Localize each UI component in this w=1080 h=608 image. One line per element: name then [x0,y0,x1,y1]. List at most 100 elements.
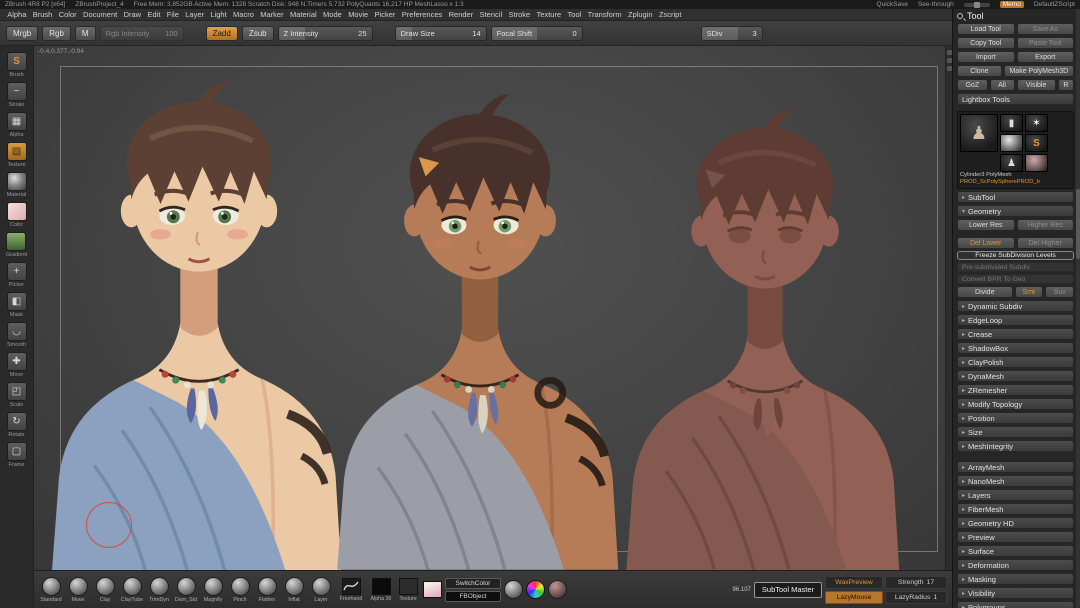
tool-subpalette-header[interactable]: ▸ Geometry HD [957,517,1074,529]
brush-preview-sphere[interactable] [257,576,277,596]
left-shelf-tool[interactable]: + Picker [6,262,27,288]
tool-icon[interactable] [6,172,27,191]
tool-subpalette-header[interactable]: ▸ Preview [957,531,1074,543]
memo-button[interactable]: Memo [999,1,1024,8]
lazy-mouse-toggle[interactable]: LazyMouse [825,590,883,604]
active-color-swatch[interactable] [423,581,442,598]
brush-preview-sphere[interactable] [176,576,196,596]
geometry-subsection-header[interactable]: ▸ ZRemesher [957,384,1074,396]
menu-item[interactable]: Color [56,10,80,19]
alpha-thumbnail[interactable] [371,577,391,595]
higher-res-button[interactable]: Higher Res [1016,219,1074,231]
tool-icon[interactable]: + [6,262,27,281]
menu-item[interactable]: Brush [30,10,56,19]
brush-preset[interactable]: TrimDyn [147,576,171,603]
menu-item[interactable]: Document [80,10,121,19]
menu-item[interactable]: Movie [345,10,371,19]
geometry-subsection-header[interactable]: ▸ EdgeLoop [957,314,1074,326]
texture-selector[interactable]: Texture [396,577,420,602]
stroke-selector[interactable]: Freehand [336,577,366,602]
menu-item[interactable]: Preferences [399,10,446,19]
copy-tool-button[interactable]: Copy Tool [957,37,1015,49]
tool-thumbnail[interactable]: ▮ [1000,114,1023,132]
tool-panel-scrollbar[interactable] [1076,9,1080,608]
tool-subpalette-header[interactable]: ▸ Surface [957,545,1074,557]
tool-thumbnail[interactable]: ♟ [1000,154,1023,172]
brush-preview-sphere[interactable] [122,576,142,596]
tool-thumbnail[interactable] [1025,154,1048,172]
tool-subpalette-header[interactable]: ▸ Layers [957,489,1074,501]
brush-preview-sphere[interactable] [95,576,115,596]
menu-item[interactable]: Tool [564,10,584,19]
tool-thumbnail[interactable]: ✶ [1025,114,1048,132]
tool-icon[interactable]: ◡ [6,322,27,341]
menu-item[interactable]: Texture [533,10,564,19]
brush-preset[interactable]: Flatten [255,576,279,603]
menu-item[interactable]: Layer [182,10,207,19]
left-shelf-tool[interactable]: ◰ Scale [6,382,27,408]
import-button[interactable]: Import [957,51,1015,63]
strength-slider[interactable]: Strength 17 [885,575,947,589]
geometry-subsection-header[interactable]: ▸ Dynamic Subdiv [957,300,1074,312]
color-wheel[interactable] [526,580,545,599]
left-shelf-tool[interactable]: ✚ Move [6,352,27,378]
tool-icon[interactable]: ▢ [6,442,27,461]
menu-item[interactable]: Alpha [4,10,30,19]
subtool-master-button[interactable]: SubTool Master [753,581,822,598]
switch-color-button[interactable]: SwitchColor [445,577,501,589]
left-shelf-tool[interactable]: Gradient [6,232,27,258]
brush-preset[interactable]: ClayTube [120,576,144,603]
tool-icon[interactable]: S [6,52,27,71]
rgb-button[interactable]: Rgb [42,25,71,41]
texture-thumbnail[interactable] [398,577,418,595]
smt-toggle[interactable]: Smt [1014,286,1044,298]
brush-preset[interactable]: Pinch [228,576,252,603]
left-shelf-tool[interactable]: ▦ Alpha [6,112,27,138]
sdiv-slider-top[interactable]: SDiv 3 [700,25,763,41]
brush-preview-sphere[interactable] [41,576,61,596]
left-shelf-tool[interactable]: ↻ Rotate [6,412,27,438]
brush-preview-sphere[interactable] [230,576,250,596]
left-shelf-tool[interactable]: ◧ Mask [6,292,27,318]
draw-size-slider[interactable]: Draw Size 14 [394,25,487,41]
tool-icon[interactable] [6,202,27,221]
left-shelf-tool[interactable]: ◡ Smooth [6,322,27,348]
left-shelf-tool[interactable]: ~ Stroke [6,82,27,108]
tool-subpalette-header[interactable]: ▸ FiberMesh [957,503,1074,515]
matcap-sphere[interactable] [548,580,567,599]
paste-tool-button[interactable]: Paste Tool [1016,37,1074,49]
geometry-subsection-header[interactable]: ▸ Size [957,426,1074,438]
menu-item[interactable]: Stencil [476,10,505,19]
tool-subpalette-header[interactable]: ▸ Visibility [957,587,1074,599]
tool-icon[interactable]: ◧ [6,292,27,311]
geometry-subsection-header[interactable]: ▸ Crease [957,328,1074,340]
stroke-icon[interactable] [341,577,361,595]
goz-button[interactable]: GoZ [957,79,988,91]
tool-icon[interactable]: ◰ [6,382,27,401]
tool-subpalette-header[interactable]: ▸ Polygroups [957,601,1074,608]
brush-preview-sphere[interactable] [149,576,169,596]
goz-all-button[interactable]: All [989,79,1015,91]
save-as-button[interactable]: Save As [1016,23,1074,35]
see-through-slider[interactable] [963,1,990,8]
menu-item[interactable]: Material [287,10,320,19]
menu-item[interactable]: Draw [120,10,144,19]
brush-preview-sphere[interactable] [311,576,331,596]
quicksave-button[interactable]: QuickSave [877,1,908,8]
load-tool-button[interactable]: Load Tool [957,23,1015,35]
tool-icon[interactable]: ▨ [6,142,27,161]
menu-item[interactable]: Marker [257,10,287,19]
tool-thumbnail[interactable] [1000,134,1023,152]
tool-icon[interactable] [6,232,27,251]
left-shelf-tool[interactable]: S Brush [6,52,27,78]
brush-preview-sphere[interactable] [284,576,304,596]
geometry-subsection-header[interactable]: ▸ MeshIntegrity [957,440,1074,452]
menu-item[interactable]: Light [207,10,230,19]
z-intensity-slider[interactable]: Z Intensity 25 [277,25,373,41]
menu-item[interactable]: Zplugin [625,10,656,19]
sculpt-viewport[interactable] [34,46,952,570]
brush-preset[interactable]: Magnify [201,576,225,603]
material-sphere[interactable] [504,580,523,599]
zadd-button[interactable]: Zadd [205,25,238,41]
default-zscript-button[interactable]: DefaultZScript [1034,1,1075,8]
